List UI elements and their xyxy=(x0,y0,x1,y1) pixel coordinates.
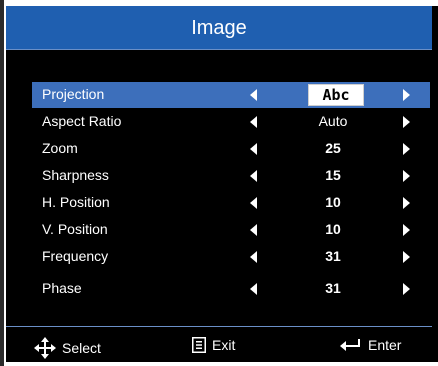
page-title: Image xyxy=(191,16,247,39)
menu-row-label: H. Position xyxy=(42,194,110,210)
menu-row-v-position[interactable]: V. Position 10 xyxy=(32,217,430,243)
osd-frame: Image Projection Abc Aspect Ratio Auto Z… xyxy=(0,0,438,366)
menu-row-label: Aspect Ratio xyxy=(42,113,122,129)
arrow-right-icon[interactable] xyxy=(403,89,410,101)
menu-row-label: Projection xyxy=(42,86,105,102)
menu-icon xyxy=(192,337,206,353)
enter-label: Enter xyxy=(368,337,402,353)
arrow-right-icon[interactable] xyxy=(403,197,410,209)
exit-hint: Exit xyxy=(192,337,235,353)
window-left-edge xyxy=(0,0,4,366)
sharpness-value: 15 xyxy=(325,167,341,183)
title-divider xyxy=(6,49,432,50)
menu-row-aspect-ratio[interactable]: Aspect Ratio Auto xyxy=(32,109,430,135)
h-position-value: 10 xyxy=(325,194,341,210)
menu-row-label: Zoom xyxy=(42,140,78,156)
menu-row-label: Phase xyxy=(42,280,82,296)
arrow-right-icon[interactable] xyxy=(403,251,410,263)
menu-row-label: V. Position xyxy=(42,221,108,237)
zoom-value: 25 xyxy=(325,140,341,156)
arrow-right-icon[interactable] xyxy=(403,143,410,155)
select-label: Select xyxy=(62,340,101,356)
aspect-ratio-value: Auto xyxy=(318,113,348,129)
arrow-left-icon[interactable] xyxy=(250,283,257,295)
menu-row-sharpness[interactable]: Sharpness 15 xyxy=(32,163,430,189)
arrow-left-icon[interactable] xyxy=(250,170,257,182)
menu-row-phase[interactable]: Phase 31 xyxy=(32,276,430,302)
arrow-left-icon[interactable] xyxy=(250,116,257,128)
arrow-right-icon[interactable] xyxy=(403,170,410,182)
arrow-right-icon[interactable] xyxy=(403,283,410,295)
arrow-left-icon[interactable] xyxy=(250,197,257,209)
arrow-left-icon[interactable] xyxy=(250,89,257,101)
select-hint: Select xyxy=(34,337,101,359)
frequency-value: 31 xyxy=(325,248,341,264)
enter-hint: Enter xyxy=(340,337,401,353)
arrow-left-icon[interactable] xyxy=(250,251,257,263)
menu-row-zoom[interactable]: Zoom 25 xyxy=(32,136,430,162)
arrow-right-icon[interactable] xyxy=(403,224,410,236)
menu-row-projection[interactable]: Projection Abc xyxy=(32,82,430,108)
menu-row-h-position[interactable]: H. Position 10 xyxy=(32,190,430,216)
phase-value: 31 xyxy=(325,280,341,296)
arrow-left-icon[interactable] xyxy=(250,224,257,236)
menu-row-frequency[interactable]: Frequency 31 xyxy=(32,244,430,270)
arrow-left-icon[interactable] xyxy=(250,143,257,155)
v-position-value: 10 xyxy=(325,221,341,237)
projection-value: Abc xyxy=(308,84,364,106)
exit-label: Exit xyxy=(212,337,236,353)
arrow-right-icon[interactable] xyxy=(403,116,410,128)
enter-arrow-icon xyxy=(340,339,360,351)
footer-hints: Select Exit Enter xyxy=(6,327,432,362)
menu-row-label: Sharpness xyxy=(42,167,109,183)
menu-row-label: Frequency xyxy=(42,248,109,264)
four-way-arrows-icon xyxy=(34,337,56,359)
title-bar: Image xyxy=(6,6,432,50)
